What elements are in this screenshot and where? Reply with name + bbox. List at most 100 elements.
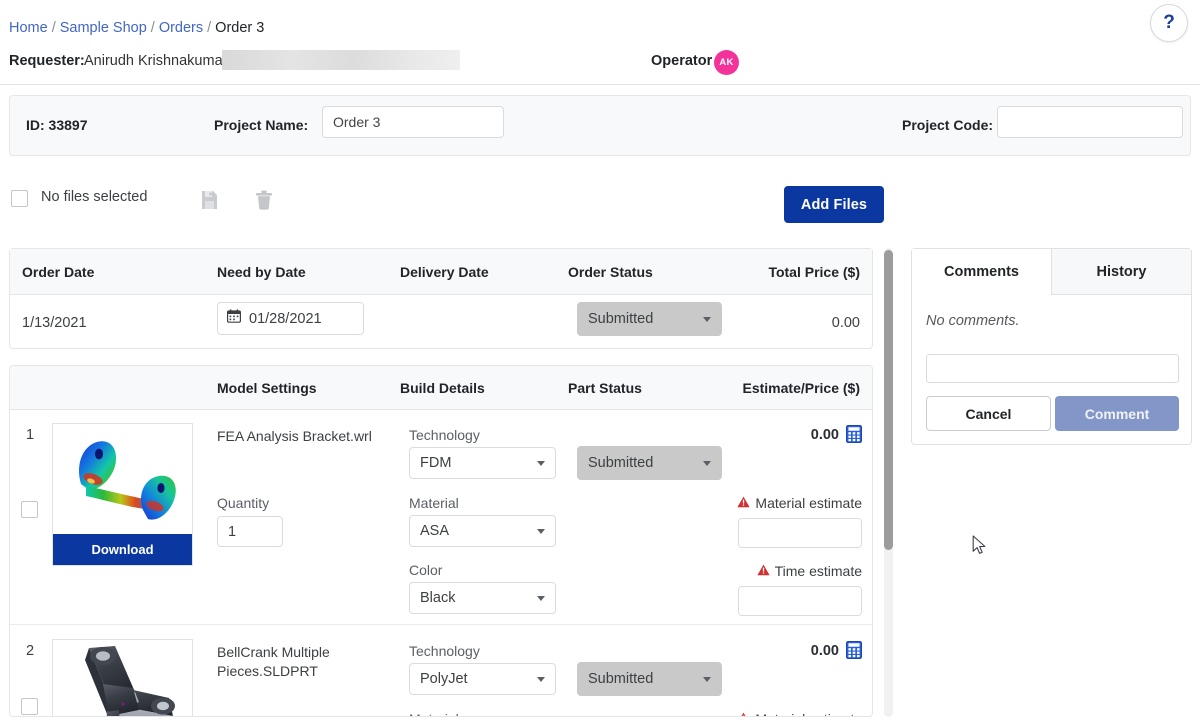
material-estimate-input[interactable] — [739, 519, 861, 547]
chevron-down-icon — [537, 528, 545, 534]
order-date-value: 1/13/2021 — [22, 315, 87, 331]
column-header-order-status: Order Status — [568, 264, 653, 280]
part-status-select[interactable]: Submitted — [577, 662, 722, 696]
part-row-index: 2 — [26, 643, 35, 659]
download-button[interactable]: Download — [53, 534, 192, 565]
part-price-value: 0.00 — [810, 643, 839, 659]
quantity-input[interactable] — [217, 516, 283, 547]
tab-history[interactable]: History — [1051, 249, 1191, 295]
breadcrumb-item-sample-shop[interactable]: Sample Shop — [60, 20, 147, 36]
part-row-checkbox[interactable] — [21, 501, 38, 518]
avatar[interactable]: AK — [714, 50, 739, 75]
color-select[interactable]: Black — [409, 582, 556, 614]
part-status-value: Submitted — [588, 455, 654, 471]
material-estimate-field[interactable]: in³ — [738, 518, 862, 548]
breadcrumb: Home / Sample Shop / Orders / Order 3 — [9, 20, 264, 36]
breadcrumb-item-home[interactable]: Home — [9, 20, 48, 36]
part-filename: FEA Analysis Bracket.wrl — [217, 428, 372, 444]
requester-row: Requester: Anirudh Krishnakumar — [0, 46, 1200, 84]
column-header-order-date: Order Date — [22, 264, 95, 280]
part-filename: BellCrank Multiple Pieces.SLDPRT — [217, 644, 330, 679]
column-header-delivery-date: Delivery Date — [400, 264, 489, 280]
need-by-date-value: 01/28/2021 — [249, 310, 322, 327]
select-all-files-checkbox[interactable] — [11, 190, 28, 207]
color-value: Black — [420, 590, 456, 606]
fea-bracket-render — [53, 424, 192, 536]
material-estimate-label-group: Material estimate — [737, 711, 862, 716]
parts-table-header: Model Settings Build Details Part Status… — [10, 366, 872, 410]
help-icon[interactable]: ? — [1150, 4, 1188, 42]
part-status-select[interactable]: Submitted — [577, 446, 722, 480]
redacted-email-bar — [222, 50, 460, 70]
chevron-down-icon — [537, 676, 545, 682]
comments-empty-text: No comments. — [926, 313, 1020, 329]
chevron-down-icon — [703, 316, 711, 322]
calculator-icon[interactable] — [846, 641, 862, 659]
operator-label: Operator — [651, 53, 713, 69]
technology-select[interactable]: PolyJet — [409, 663, 556, 695]
add-files-button[interactable]: Add Files — [784, 186, 884, 223]
project-name-input[interactable] — [322, 106, 504, 138]
order-status-select[interactable]: Submitted — [577, 302, 722, 336]
order-total-price-value: 0.00 — [831, 315, 860, 331]
order-detail-page: Home / Sample Shop / Orders / Order 3 ? Reques… — [0, 0, 1200, 725]
part-thumbnail: Download — [52, 423, 193, 566]
material-estimate-label: Material estimate — [755, 711, 862, 716]
mouse-cursor — [972, 535, 988, 557]
technology-select[interactable]: FDM — [409, 447, 556, 479]
time-estimate-label: Time estimate — [774, 563, 862, 579]
material-label: Material — [409, 495, 459, 511]
trash-icon[interactable] — [251, 186, 277, 214]
column-header-part-status: Part Status — [568, 380, 642, 396]
time-estimate-label-group: Time estimate — [757, 563, 862, 579]
requester-label: Requester: — [9, 53, 85, 69]
project-code-label: Project Code: — [902, 117, 994, 133]
project-id-label: ID: 33897 — [26, 117, 88, 133]
column-header-estimate-price: Estimate/Price ($) — [742, 380, 861, 396]
material-value: ASA — [420, 523, 450, 539]
column-header-need-by-date: Need by Date — [217, 264, 306, 280]
chevron-down-icon — [703, 460, 711, 466]
time-estimate-input[interactable] — [739, 587, 861, 615]
part-row-checkbox[interactable] — [21, 698, 38, 715]
technology-label: Technology — [409, 427, 480, 443]
comment-button[interactable]: Comment — [1055, 396, 1179, 431]
breadcrumb-separator: / — [207, 20, 212, 36]
table-row: 1 Download FEA Analysis Bracket.wrl Quan… — [10, 410, 872, 625]
cancel-button[interactable]: Cancel — [926, 396, 1051, 431]
order-summary-table: Order Date Need by Date Delivery Date Or… — [9, 248, 873, 349]
breadcrumb-separator: / — [51, 20, 56, 36]
warning-icon — [757, 563, 770, 579]
need-by-date-input[interactable]: 01/28/2021 — [217, 302, 364, 335]
chevron-down-icon — [537, 460, 545, 466]
file-selection-label: No files selected — [41, 189, 148, 205]
breadcrumb-item-current: Order 3 — [215, 20, 265, 36]
order-status-value: Submitted — [588, 311, 654, 327]
part-status-value: Submitted — [588, 671, 654, 687]
material-label: Material — [409, 711, 459, 716]
part-price-value: 0.00 — [810, 427, 839, 443]
comment-input[interactable] — [926, 354, 1179, 383]
header-divider — [0, 84, 1200, 85]
warning-icon — [737, 711, 750, 716]
requester-name: Anirudh Krishnakumar — [84, 53, 228, 69]
quantity-label: Quantity — [217, 495, 270, 511]
comments-tabs: Comments History — [912, 249, 1191, 295]
comments-panel: Comments History No comments. Cancel Com… — [911, 248, 1192, 445]
column-header-build-details: Build Details — [400, 380, 485, 396]
bellcrank-render — [53, 640, 192, 716]
project-code-input[interactable] — [997, 106, 1183, 138]
breadcrumb-item-orders[interactable]: Orders — [159, 20, 203, 36]
scrollbar-thumb[interactable] — [884, 250, 893, 550]
save-icon[interactable] — [196, 186, 222, 214]
column-header-model-settings: Model Settings — [217, 380, 317, 396]
tab-comments[interactable]: Comments — [912, 249, 1051, 295]
technology-label: Technology — [409, 643, 480, 659]
part-row-index: 1 — [26, 427, 35, 443]
material-select[interactable]: ASA — [409, 515, 556, 547]
column-header-total-price: Total Price ($) — [768, 264, 860, 280]
parts-table: Model Settings Build Details Part Status… — [9, 365, 873, 717]
calculator-icon[interactable] — [846, 425, 862, 443]
time-estimate-field[interactable]: min — [738, 586, 862, 616]
calendar-icon — [227, 309, 242, 328]
